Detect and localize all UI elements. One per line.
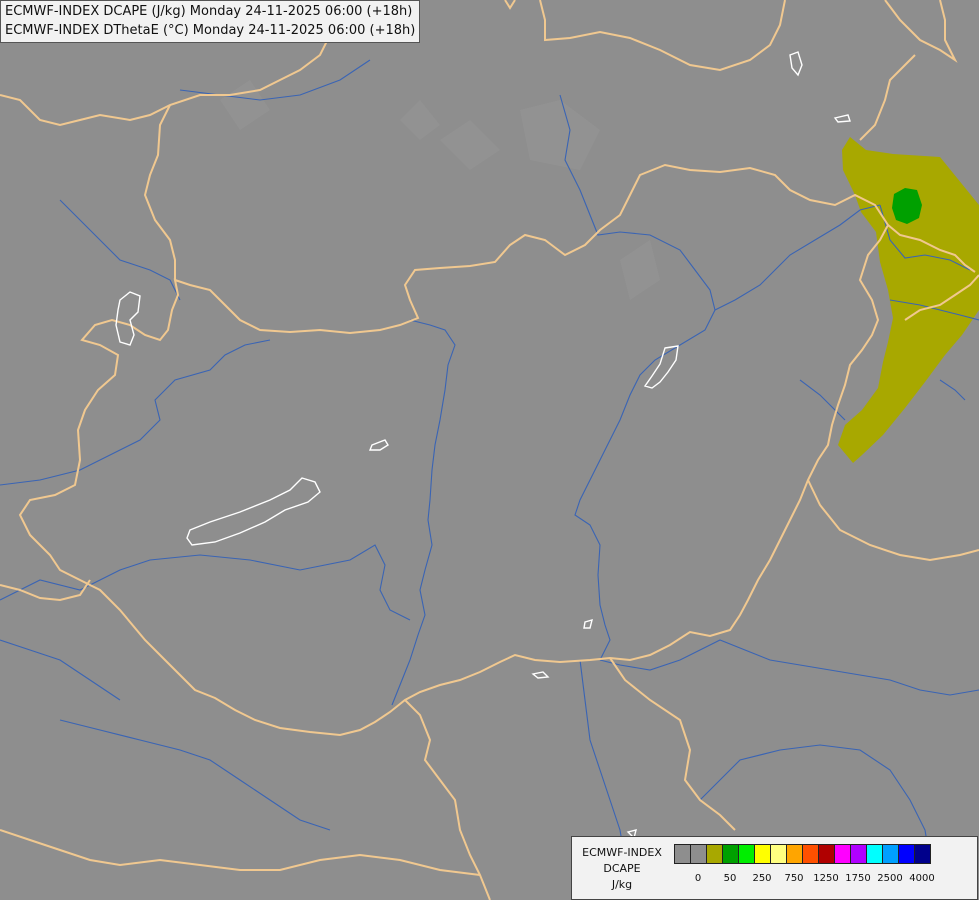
legend-swatch [706, 844, 723, 864]
legend-tick-label: 50 [723, 873, 737, 884]
legend-swatch [882, 844, 899, 864]
legend-swatch [674, 844, 691, 864]
legend-tick-label: 250 [752, 873, 772, 884]
title-line-dcape: ECMWF-INDEX DCAPE (J/kg) Monday 24-11-20… [5, 4, 413, 19]
legend-name: ECMWF-INDEX DCAPE J/kg [576, 845, 668, 893]
legend-swatch [914, 844, 931, 864]
legend-tick-label: 4000 [909, 873, 935, 884]
legend-swatch [754, 844, 771, 864]
legend-swatch [802, 844, 819, 864]
map-title-box: ECMWF-INDEX DCAPE (J/kg) Monday 24-11-20… [0, 0, 421, 43]
legend-tick-label: 0 [694, 873, 702, 884]
legend-swatch [770, 844, 787, 864]
legend-swatch [866, 844, 883, 864]
legend-swatch [818, 844, 835, 864]
color-legend: ECMWF-INDEX DCAPE J/kg 0 50 250 750 1250 1750… [571, 836, 978, 900]
legend-tick-label: 2500 [877, 873, 903, 884]
legend-unit: J/kg [611, 878, 633, 891]
weather-map [0, 0, 979, 900]
legend-swatches [674, 844, 931, 864]
legend-model: ECMWF-INDEX [582, 846, 662, 859]
map-background [0, 0, 979, 900]
legend-swatch [690, 844, 707, 864]
dcape-area-250 [892, 188, 922, 224]
legend-swatch [722, 844, 739, 864]
legend-tick-label: 1250 [813, 873, 839, 884]
title-line-dthetae: ECMWF-INDEX DThetaE (°C) Monday 24-11-20… [5, 23, 416, 38]
legend-tick-label: 750 [784, 873, 804, 884]
legend-swatch [898, 844, 915, 864]
legend-parameter: DCAPE [603, 862, 641, 875]
legend-swatch [850, 844, 867, 864]
legend-swatch [786, 844, 803, 864]
legend-swatch [834, 844, 851, 864]
legend-tick-label: 1750 [845, 873, 871, 884]
legend-swatch [738, 844, 755, 864]
